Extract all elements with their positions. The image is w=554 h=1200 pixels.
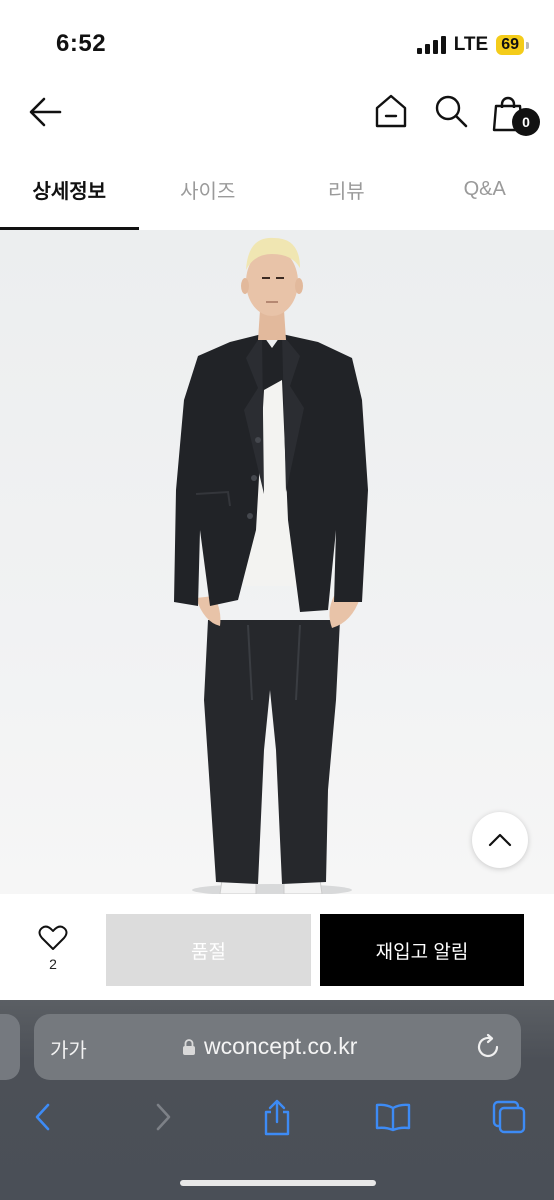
model-figure [174, 237, 368, 894]
tab-qna[interactable]: Q&A [416, 148, 554, 230]
status-bar: 6:52 LTE 69 [0, 0, 554, 80]
tabs-button[interactable] [486, 1094, 532, 1140]
arrow-left-icon [29, 97, 62, 127]
network-type: LTE [453, 34, 489, 55]
signal-icon [416, 36, 446, 54]
tab-details[interactable]: 상세정보 [0, 148, 139, 230]
url-display: wconcept.co.kr [182, 1033, 357, 1060]
status-indicators: LTE 69 [416, 34, 529, 56]
product-tabs: 상세정보 사이즈 리뷰 Q&A [0, 148, 554, 230]
lock-icon [183, 1038, 195, 1055]
browser-toolbar [0, 1094, 554, 1144]
tab-size[interactable]: 사이즈 [139, 148, 278, 230]
heart-icon [38, 925, 68, 950]
text-size-button[interactable]: 가가 [50, 1034, 87, 1063]
soldout-button[interactable]: 품절 [106, 914, 311, 986]
url-text: wconcept.co.kr [204, 1033, 358, 1059]
like-button[interactable]: 2 [28, 924, 78, 980]
browser-forward-button[interactable] [140, 1094, 186, 1140]
bookmarks-icon [375, 1103, 411, 1132]
address-bar[interactable]: 가가 wconcept.co.kr [34, 1014, 521, 1080]
browser-back-button[interactable] [20, 1094, 66, 1140]
search-icon [435, 95, 468, 128]
previous-tab-edge[interactable] [0, 1014, 20, 1080]
like-count: 2 [49, 956, 57, 972]
browser-chrome: 가가 wconcept.co.kr [0, 1000, 554, 1200]
share-icon [264, 1099, 290, 1136]
cart-button[interactable]: 0 [490, 90, 540, 138]
share-button[interactable] [254, 1094, 300, 1140]
tabs-icon [492, 1100, 526, 1134]
purchase-bar: 2 품절 재입고 알림 [0, 894, 554, 1000]
restock-alert-button[interactable]: 재입고 알림 [320, 914, 524, 986]
battery-level: 69 [496, 35, 529, 55]
back-button[interactable] [26, 94, 66, 130]
reload-button[interactable] [473, 1032, 503, 1062]
home-icon [375, 94, 407, 128]
product-photo [0, 230, 554, 894]
search-button[interactable] [432, 92, 470, 130]
tab-reviews[interactable]: 리뷰 [277, 148, 416, 230]
bookmarks-button[interactable] [370, 1094, 416, 1140]
app-header: 0 [0, 80, 554, 146]
cart-count-badge: 0 [512, 108, 540, 136]
home-button[interactable] [372, 92, 410, 130]
forward-chevron-icon [156, 1103, 171, 1131]
reload-icon [477, 1033, 499, 1058]
scroll-to-top-button[interactable] [472, 812, 528, 868]
status-time: 6:52 [56, 30, 107, 57]
back-chevron-icon [35, 1103, 50, 1131]
home-indicator [180, 1180, 376, 1186]
chevron-up-icon [488, 833, 512, 847]
